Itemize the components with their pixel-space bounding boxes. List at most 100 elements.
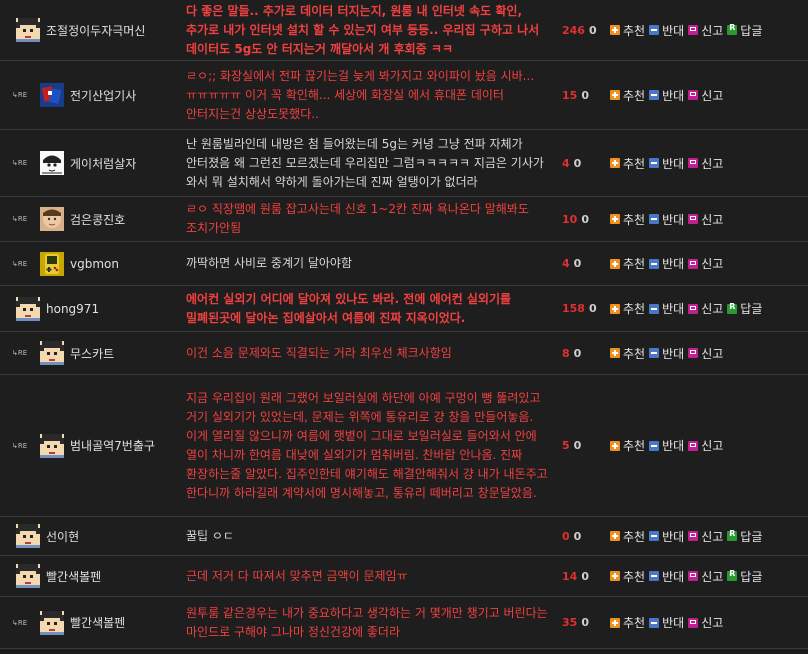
comment-actions: 추천 반대 신고 xyxy=(610,332,727,374)
downvote-count: 0 xyxy=(573,529,582,543)
report-button[interactable]: 신고 xyxy=(688,614,723,631)
downvote-count: 0 xyxy=(581,616,589,629)
downvote-button[interactable]: 반대 xyxy=(649,87,684,104)
comment-actions: 추천 반대 신고 답글 xyxy=(610,286,766,331)
avatar[interactable] xyxy=(40,251,64,276)
downvote-button[interactable]: 반대 xyxy=(649,155,684,172)
reply-button[interactable]: 답글 xyxy=(727,568,762,585)
upvote-count: 15 xyxy=(562,88,578,102)
reply-indicator-icon: ↳RE xyxy=(12,159,28,167)
upvote-button[interactable]: 추천 xyxy=(610,614,645,631)
comment-text: 이건 소음 문제와도 직결되는 거라 최우선 체크사항임 xyxy=(186,345,452,360)
avatar[interactable] xyxy=(16,296,40,321)
comment-list: 조절정이두자극머신 다 좋은 말들.. 추가로 데이터 터지는지, 원룸 내 인터… xyxy=(0,0,808,649)
author-nickname[interactable]: 무스카트 xyxy=(70,345,114,362)
avatar[interactable] xyxy=(40,83,64,107)
reply-indicator-icon: ↳RE xyxy=(12,259,28,268)
report-icon xyxy=(688,303,699,314)
comment-text: 원투룸 같은경우는 내가 중요하다고 생각하는 거 몇개만 챙기고 버린다는 마… xyxy=(186,605,548,639)
report-button[interactable]: 신고 xyxy=(688,345,723,362)
report-button[interactable]: 신고 xyxy=(688,528,723,545)
author-nickname[interactable]: 범내골역7번출구 xyxy=(70,437,155,454)
downvote-button[interactable]: 반대 xyxy=(649,437,684,454)
comment-text: 다 좋은 말들.. 추가로 데이터 터지는지, 원룸 내 인터넷 속도 확인, … xyxy=(186,3,540,56)
downvote-button[interactable]: 반대 xyxy=(649,528,684,545)
author-nickname[interactable]: 빨간색볼펜 xyxy=(70,614,125,631)
report-button[interactable]: 신고 xyxy=(688,255,723,272)
downvote-button[interactable]: 반대 xyxy=(649,211,684,228)
avatar[interactable] xyxy=(16,18,40,42)
comment-text: 지금 우리집이 원래 그랬어 보일러실에 하단에 아예 구멍이 뻥 뚫려있고 거… xyxy=(186,390,548,500)
author-nickname[interactable]: 검은콩진호 xyxy=(70,211,125,228)
vote-count: 246 0 xyxy=(562,0,597,60)
reply-button[interactable]: 답글 xyxy=(727,22,762,39)
downvote-button[interactable]: 반대 xyxy=(649,22,684,39)
minus-icon xyxy=(649,90,660,100)
downvote-button[interactable]: 반대 xyxy=(649,345,684,362)
report-button[interactable]: 신고 xyxy=(688,300,723,317)
reply-button[interactable]: 답글 xyxy=(727,300,762,317)
upvote-button-label: 추천 xyxy=(623,88,646,103)
reply-indicator-icon: ↳RE xyxy=(12,91,28,99)
upvote-button[interactable]: 추천 xyxy=(610,155,645,172)
report-button[interactable]: 신고 xyxy=(688,155,723,172)
report-button[interactable]: 신고 xyxy=(688,568,723,585)
plus-icon xyxy=(610,258,620,269)
upvote-count: 246 xyxy=(562,23,585,37)
downvote-button-label: 반대 xyxy=(662,23,685,38)
avatar[interactable] xyxy=(16,524,40,548)
upvote-button[interactable]: 추천 xyxy=(610,300,645,317)
reply-button-label: 답글 xyxy=(740,569,763,584)
downvote-button[interactable]: 반대 xyxy=(649,300,684,317)
upvote-button[interactable]: 추천 xyxy=(610,255,645,272)
report-button-label: 신고 xyxy=(701,302,724,316)
plus-icon xyxy=(610,25,620,35)
downvote-button[interactable]: 반대 xyxy=(649,568,684,585)
comment-text: ㄹㅇ;; 화장실에서 전파 끊기는걸 늦게 봐가지고 와이파이 놨음 시바...… xyxy=(186,68,535,121)
report-icon xyxy=(688,258,699,269)
downvote-button[interactable]: 반대 xyxy=(649,255,684,272)
upvote-button-label: 추천 xyxy=(623,346,646,361)
author-nickname[interactable]: 게이처럼살자 xyxy=(70,155,136,172)
avatar[interactable] xyxy=(40,610,64,635)
upvote-count: 4 xyxy=(562,156,570,170)
upvote-button[interactable]: 추천 xyxy=(610,345,645,362)
reply-button-label: 답글 xyxy=(740,23,763,38)
upvote-button[interactable]: 추천 xyxy=(610,568,645,585)
avatar[interactable] xyxy=(40,433,64,458)
vote-count: 50 xyxy=(562,375,581,516)
upvote-button-label: 추천 xyxy=(623,156,646,171)
downvote-button[interactable]: 반대 xyxy=(649,614,684,631)
avatar[interactable] xyxy=(16,564,40,588)
report-button-label: 신고 xyxy=(701,23,724,38)
avatar[interactable] xyxy=(40,207,64,231)
author-nickname[interactable]: hong971 xyxy=(46,302,99,316)
author-nickname[interactable]: 조절정이두자극머신 xyxy=(46,22,145,39)
upvote-button[interactable]: 추천 xyxy=(610,22,645,39)
comment-author: 선이현 xyxy=(0,517,194,555)
report-button[interactable]: 신고 xyxy=(688,22,723,39)
downvote-button-label: 반대 xyxy=(662,88,685,103)
upvote-button[interactable]: 추천 xyxy=(610,437,645,454)
report-icon xyxy=(688,531,699,541)
report-icon xyxy=(688,158,699,168)
plus-icon xyxy=(610,571,620,581)
reply-button[interactable]: 답글 xyxy=(727,528,762,545)
upvote-button-label: 추천 xyxy=(623,302,646,316)
author-nickname[interactable]: vgbmon xyxy=(70,257,119,271)
downvote-button-label: 반대 xyxy=(662,439,685,453)
author-nickname[interactable]: 전기산업기사 xyxy=(70,87,136,104)
comment-row: ↳RE vgbmon 까딱하면 사비로 중계기 달아야함 4 0 추천 반대 신고 xyxy=(0,242,808,286)
author-nickname[interactable]: 선이현 xyxy=(46,528,79,545)
report-button[interactable]: 신고 xyxy=(688,437,723,454)
avatar[interactable] xyxy=(40,151,64,175)
report-button[interactable]: 신고 xyxy=(688,211,723,228)
author-nickname[interactable]: 빨간색볼펜 xyxy=(46,568,101,585)
upvote-button[interactable]: 추천 xyxy=(610,87,645,104)
report-button[interactable]: 신고 xyxy=(688,87,723,104)
avatar[interactable] xyxy=(40,341,64,365)
upvote-count: 4 xyxy=(562,257,570,270)
upvote-button[interactable]: 추천 xyxy=(610,528,645,545)
upvote-button[interactable]: 추천 xyxy=(610,211,645,228)
upvote-button-label: 추천 xyxy=(623,616,646,630)
